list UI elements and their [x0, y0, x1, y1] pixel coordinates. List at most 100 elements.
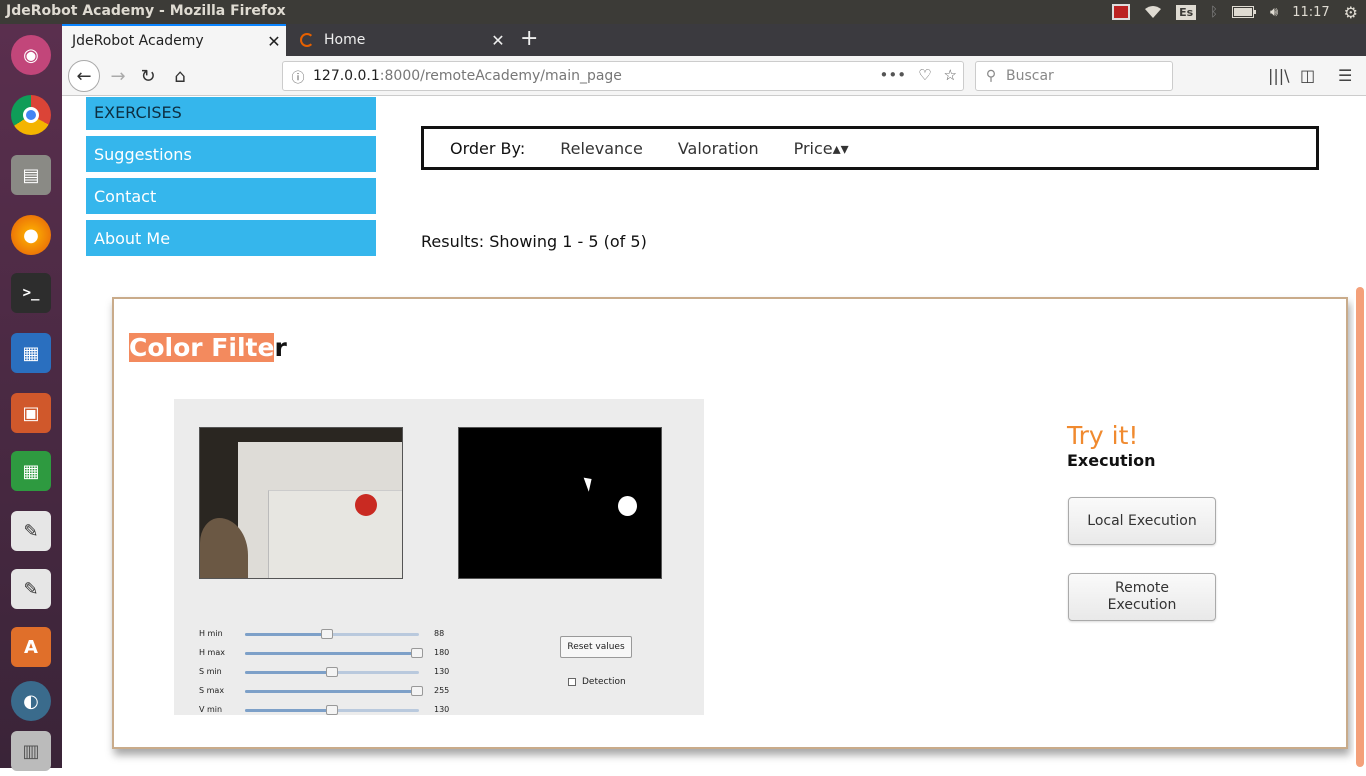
sidebar-item-exercises[interactable]: EXERCISES	[86, 97, 376, 130]
close-tab-icon[interactable]: ✕	[262, 32, 286, 51]
home-icon[interactable]: ⌂	[166, 62, 194, 90]
software-center-icon[interactable]: A	[6, 622, 56, 672]
detection-checkbox: Detection	[568, 677, 626, 687]
volume-icon[interactable]: 🔊︎	[1270, 5, 1278, 20]
calc-icon[interactable]: ▦	[6, 446, 56, 496]
exercise-card: Color Filter H min 88 H max 180 S min 130 S ma…	[112, 297, 1348, 749]
tab-jderobot-academy[interactable]: JdeRobot Academy ✕	[62, 24, 286, 56]
page-scrollbar[interactable]	[1354, 97, 1366, 768]
tab-home[interactable]: Home ✕	[288, 24, 510, 56]
slider-track	[245, 629, 419, 639]
library-icon[interactable]: |||\	[1268, 66, 1290, 85]
bluetooth-icon[interactable]: ᛒ	[1210, 5, 1218, 20]
slider-handle	[320, 629, 333, 639]
page-content: EXERCISES Suggestions Contact About Me O…	[62, 97, 1354, 768]
ubuntu-dash-icon[interactable]: ◉	[6, 30, 56, 80]
try-it-heading: Try it!	[1067, 421, 1139, 450]
slider-value: 180	[434, 648, 450, 657]
pocket-icon[interactable]: ♡	[918, 66, 931, 84]
sidebar-toggle-icon[interactable]: ◫	[1300, 66, 1315, 85]
preview-slider-row: V min 130	[199, 701, 459, 719]
order-price[interactable]: Price▴▾	[794, 139, 849, 158]
update-icon[interactable]: ◐	[6, 676, 56, 726]
slider-handle	[325, 705, 338, 715]
loading-spinner-icon	[300, 33, 314, 47]
order-by-bar: Order By: Relevance Valoration Price▴▾	[421, 126, 1319, 170]
reload-icon[interactable]: ↻	[134, 62, 162, 90]
bookmark-star-icon[interactable]: ☆	[944, 66, 957, 84]
tab-bar: JdeRobot Academy ✕ Home ✕ +	[62, 24, 1366, 56]
slider-track	[245, 667, 419, 677]
slider-label: S min	[199, 667, 222, 676]
slider-label: S max	[199, 686, 225, 695]
page-actions-icon[interactable]: •••	[880, 66, 907, 84]
text-editor-icon[interactable]: ✎	[6, 506, 56, 556]
preview-slider-row: S min 130	[199, 663, 459, 681]
settings-gear-icon[interactable]: ⚙	[1344, 3, 1358, 22]
battery-icon[interactable]	[1231, 6, 1256, 18]
slider-handle	[411, 686, 423, 696]
back-arrow-icon[interactable]: ←	[68, 60, 100, 92]
local-execution-button[interactable]: Local Execution	[1068, 497, 1216, 545]
detected-blob	[618, 496, 637, 516]
camera-view	[199, 427, 403, 579]
close-tab-icon[interactable]: ✕	[486, 31, 510, 50]
url-bar[interactable]: ⓘ 127.0.0.1:8000/remoteAcademy/main_page…	[282, 61, 964, 91]
search-input[interactable]: ⚲ Buscar	[975, 61, 1173, 91]
firefox-icon[interactable]: ●	[6, 210, 56, 260]
system-tray: Es ᛒ 🔊︎ 11:17 ⚙	[1112, 0, 1358, 24]
reset-values-button: Reset values	[560, 636, 632, 658]
preview-slider-row: H max 180	[199, 644, 459, 662]
preview-slider-row: S max 255	[199, 682, 459, 700]
execution-label: Execution	[1067, 451, 1156, 470]
slider-track	[245, 686, 423, 696]
record-icon[interactable]	[1112, 4, 1131, 20]
slider-label: H max	[199, 648, 225, 657]
writer-icon[interactable]: ▦	[6, 328, 56, 378]
search-placeholder: Buscar	[1006, 68, 1054, 84]
slider-handle	[325, 667, 338, 677]
slider-handle	[411, 648, 423, 658]
forward-arrow-icon[interactable]: →	[104, 62, 132, 90]
slider-value: 88	[434, 629, 445, 638]
mouse-cursor-icon	[583, 475, 596, 492]
slider-label: V min	[199, 705, 223, 714]
text-editor-2-icon[interactable]: ✎	[6, 564, 56, 614]
sidebar-item-contact[interactable]: Contact	[86, 178, 376, 214]
search-icon: ⚲	[985, 68, 997, 84]
exercise-preview-image[interactable]: H min 88 H max 180 S min 130 S max 255 V min 130 …	[174, 399, 704, 715]
slider-value: 130	[434, 667, 450, 676]
slider-value: 255	[434, 686, 450, 695]
filtered-view	[458, 427, 662, 579]
remote-execution-button[interactable]: Remote Execution	[1068, 573, 1216, 621]
sidebar-item-suggestions[interactable]: Suggestions	[86, 136, 376, 172]
files-icon[interactable]: ▤	[6, 150, 56, 200]
wifi-icon[interactable]	[1144, 5, 1162, 19]
site-info-icon[interactable]: ⓘ	[283, 67, 313, 86]
launcher: ◉ ▤ ● >_ ▦ ▣ ▦ ✎ ✎ A ◐ ▥	[0, 24, 62, 771]
new-tab-icon[interactable]: +	[520, 26, 538, 51]
slider-value: 130	[434, 705, 450, 714]
impress-icon[interactable]: ▣	[6, 388, 56, 438]
terminal-icon[interactable]: >_	[6, 268, 56, 318]
slider-label: H min	[199, 629, 223, 638]
order-by-label: Order By:	[450, 138, 526, 158]
trash-icon[interactable]: ▥	[6, 726, 56, 776]
results-count: Results: Showing 1 - 5 (of 5)	[421, 232, 647, 251]
menu-icon[interactable]: ☰	[1338, 66, 1352, 85]
nav-bar: ← → ↻ ⌂ ⓘ 127.0.0.1:8000/remoteAcademy/m…	[62, 56, 1366, 96]
clock[interactable]: 11:17	[1292, 5, 1329, 20]
slider-track	[245, 648, 423, 658]
exercise-title[interactable]: Color Filter	[129, 333, 287, 362]
order-valoration[interactable]: Valoration	[678, 139, 759, 158]
order-relevance[interactable]: Relevance	[560, 139, 643, 158]
chrome-icon[interactable]	[6, 90, 56, 140]
scrollbar-thumb[interactable]	[1356, 287, 1364, 767]
url-host: 127.0.0.1	[313, 68, 380, 84]
keyboard-layout[interactable]: Es	[1176, 4, 1197, 20]
url-path: :8000/remoteAcademy/main_page	[379, 68, 622, 84]
preview-slider-row: H min 88	[199, 625, 459, 643]
system-top-bar: JdeRobot Academy - Mozilla Firefox Es ᛒ …	[0, 0, 1366, 24]
slider-track	[245, 705, 419, 715]
sidebar-item-about-me[interactable]: About Me	[86, 220, 376, 256]
